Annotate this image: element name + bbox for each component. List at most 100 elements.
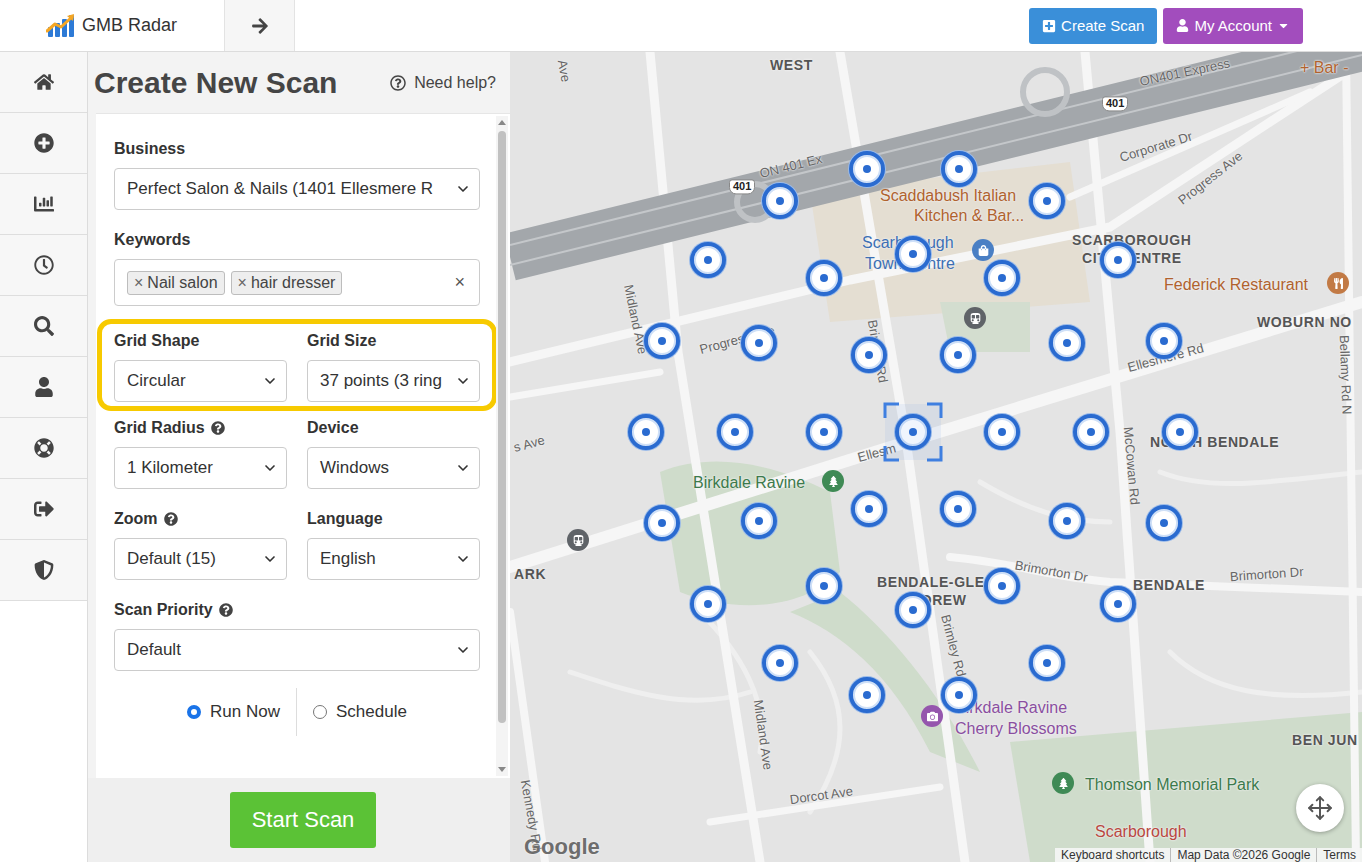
grid-pin[interactable] [690, 586, 726, 622]
select[interactable]: Default [114, 629, 480, 671]
grid-pin[interactable] [1049, 325, 1085, 361]
grid-pin[interactable] [806, 260, 842, 296]
help-icon[interactable] [219, 603, 233, 617]
grid-pin[interactable] [806, 568, 842, 604]
grid-pin[interactable] [851, 337, 887, 373]
grid-pin[interactable] [741, 503, 777, 539]
map-poi[interactable] [972, 239, 994, 261]
field-label: Grid Shape [114, 330, 287, 352]
scroll-down-arrow[interactable] [498, 767, 506, 772]
map-poi[interactable] [1327, 272, 1349, 294]
map-poi[interactable] [964, 307, 986, 329]
grid-pin[interactable] [644, 323, 680, 359]
road [650, 52, 760, 862]
road [1160, 472, 1362, 484]
grid-pin[interactable] [895, 236, 931, 272]
chevron-down-icon [262, 551, 278, 567]
select[interactable]: Circular [114, 360, 287, 402]
scroll-thumb[interactable] [498, 131, 506, 723]
recenter-button[interactable] [1296, 784, 1344, 832]
help-link[interactable]: Need help? [390, 74, 496, 92]
attribution-link[interactable]: Keyboard shortcuts [1055, 848, 1170, 862]
keywords-input[interactable]: ×Nail salon×hair dresser× [114, 259, 480, 306]
grid-pin[interactable] [741, 325, 777, 361]
start-scan-button[interactable]: Start Scan [230, 792, 377, 848]
label-text: Scan Priority [114, 601, 213, 619]
grid-pin[interactable] [1049, 503, 1085, 539]
map-poi[interactable] [822, 470, 844, 492]
grid-pin[interactable] [1162, 414, 1198, 450]
grid-pin[interactable] [1029, 645, 1065, 681]
select-field: LanguageEnglish [307, 508, 480, 580]
map-poi[interactable] [921, 705, 943, 727]
grid-pin[interactable] [851, 491, 887, 527]
select[interactable]: 1 Kilometer [114, 447, 287, 489]
plus-icon [1042, 19, 1056, 33]
grid-pin[interactable] [1073, 414, 1109, 450]
map-poi[interactable] [1052, 772, 1074, 794]
radio-button[interactable] [313, 705, 327, 719]
radio-option[interactable]: Schedule [296, 688, 423, 736]
sidebar-item[interactable] [0, 113, 87, 174]
brand[interactable]: GMB Radar [0, 0, 225, 51]
create-scan-button[interactable]: Create Scan [1029, 8, 1157, 44]
help-icon[interactable] [211, 421, 225, 435]
scrollbar[interactable] [496, 116, 508, 776]
map-poi[interactable] [567, 529, 589, 551]
grid-pin[interactable] [849, 151, 885, 187]
help-icon[interactable] [164, 512, 178, 526]
tag-remove[interactable]: × [238, 274, 247, 292]
grid-pin[interactable] [984, 568, 1020, 604]
button-label: My Account [1194, 17, 1272, 34]
attribution-link[interactable]: Terms [1316, 848, 1362, 862]
grid-pin[interactable] [849, 677, 885, 713]
grid-pin[interactable] [940, 337, 976, 373]
grid-pin[interactable] [762, 183, 798, 219]
sidebar-item[interactable] [0, 174, 87, 235]
radio-option[interactable]: Run Now [171, 688, 296, 736]
center-target-icon[interactable] [882, 401, 944, 463]
grid-pin[interactable] [984, 260, 1020, 296]
attribution-link[interactable]: Map Data ©2026 Google [1170, 848, 1316, 862]
arrow-right-icon [251, 17, 269, 35]
select[interactable]: 37 points (3 ring [307, 360, 480, 402]
sidebar-item[interactable] [0, 52, 87, 113]
account-button[interactable]: My Account [1163, 8, 1303, 44]
shopping-icon [978, 245, 989, 256]
tag-remove[interactable]: × [134, 274, 143, 292]
grid-pin[interactable] [1100, 586, 1136, 622]
sidebar-item[interactable] [0, 235, 87, 296]
grid-pin[interactable] [940, 491, 976, 527]
select[interactable]: Windows [307, 447, 480, 489]
grid-pin[interactable] [762, 645, 798, 681]
grid-pin[interactable] [1029, 183, 1065, 219]
grid-pin[interactable] [628, 414, 664, 450]
select[interactable]: English [307, 538, 480, 580]
grid-pin[interactable] [1146, 323, 1182, 359]
label-text: Grid Size [307, 332, 376, 350]
sidebar-item[interactable] [0, 296, 87, 357]
grid-pin[interactable] [1100, 242, 1136, 278]
support-icon [34, 438, 54, 458]
radio-button[interactable] [187, 705, 201, 719]
grid-pin[interactable] [984, 414, 1020, 450]
road [510, 372, 660, 397]
scroll-up-arrow[interactable] [498, 120, 506, 125]
sidebar-item[interactable] [0, 357, 87, 418]
select[interactable]: Default (15) [114, 538, 287, 580]
sidebar-toggle[interactable] [225, 0, 295, 51]
sidebar-item[interactable] [0, 540, 87, 601]
clear-button[interactable]: × [454, 272, 465, 293]
grid-pin[interactable] [895, 592, 931, 628]
grid-pin[interactable] [1146, 505, 1182, 541]
logout-icon [34, 499, 54, 519]
sidebar-item[interactable] [0, 479, 87, 540]
sidebar-item[interactable] [0, 418, 87, 479]
radio-label: Run Now [210, 702, 280, 722]
place-label: + Bar - [1300, 58, 1348, 77]
business-select[interactable]: Perfect Salon & Nails (1401 Ellesmere R [114, 168, 480, 210]
map[interactable]: AveWEST401ON 401 Ex401ON401 Express+ Bar… [510, 52, 1362, 862]
grid-pin[interactable] [806, 414, 842, 450]
grid-pin[interactable] [717, 414, 753, 450]
keywords-field: Keywords×Nail salon×hair dresser× [114, 229, 480, 306]
